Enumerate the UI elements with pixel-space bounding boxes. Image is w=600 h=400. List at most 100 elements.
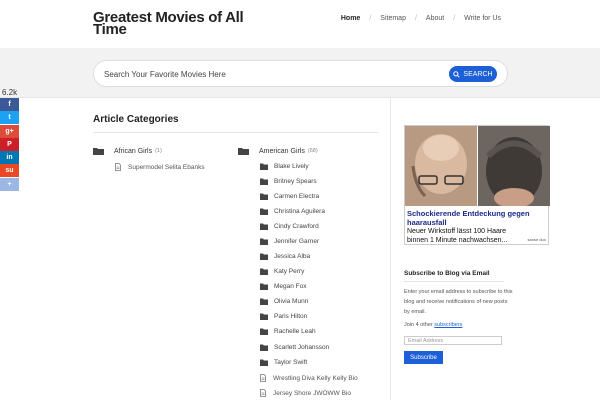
subcategory-item[interactable]: Britney Spears bbox=[260, 178, 317, 185]
subcategory-label: Paris Hilton bbox=[274, 313, 308, 320]
ad-photo-after bbox=[478, 126, 550, 206]
folder-icon bbox=[238, 148, 249, 155]
subscribe-description: Enter your email address to subscribe to… bbox=[404, 289, 513, 315]
twitter-icon[interactable]: t bbox=[0, 111, 19, 125]
subcategory-item[interactable]: Megan Fox bbox=[260, 283, 307, 290]
sidebar-divider bbox=[390, 98, 391, 400]
linkedin-icon[interactable]: in bbox=[0, 151, 19, 165]
post-item[interactable]: Supermodel Selita Ebanks bbox=[115, 163, 205, 171]
search-box: SEARCH bbox=[93, 60, 508, 87]
subcategory-item[interactable]: Carmen Electra bbox=[260, 193, 319, 200]
share-count: 6.2k bbox=[2, 88, 18, 97]
folder-icon bbox=[260, 313, 268, 320]
email-field[interactable] bbox=[404, 336, 502, 345]
folder-icon bbox=[260, 163, 268, 170]
subcategory-label: Taylor Swift bbox=[274, 359, 308, 366]
subcategory-item[interactable]: Jessica Alba bbox=[260, 253, 310, 260]
folder-icon bbox=[260, 238, 268, 245]
search-icon bbox=[453, 70, 461, 78]
title-divider bbox=[93, 132, 378, 133]
subcategory-label: Blake Lively bbox=[274, 163, 309, 170]
folder-icon bbox=[260, 328, 268, 335]
folder-icon bbox=[260, 223, 268, 230]
search-button[interactable]: SEARCH bbox=[449, 66, 497, 82]
subcategory-label: Scarlett Johansson bbox=[274, 344, 330, 351]
nav-item-write-for-us[interactable]: Write for Us bbox=[464, 15, 501, 22]
subcategory-label: Megan Fox bbox=[274, 283, 307, 290]
main-nav: Home / Sitemap / About / Write for Us bbox=[341, 15, 501, 22]
subcategory-item[interactable]: Christina Aguilera bbox=[260, 208, 325, 215]
post-item[interactable]: Jersey Shore JWOWW Bio bbox=[260, 389, 351, 397]
category-african-girls[interactable]: African Girls (1) bbox=[93, 147, 162, 155]
post-label: Jersey Shore JWOWW Bio bbox=[273, 389, 352, 397]
nav-separator: / bbox=[369, 15, 372, 22]
ad-brand-logo: sanse duo bbox=[527, 237, 546, 242]
subcategory-label: Rachelle Leah bbox=[274, 328, 316, 335]
folder-icon bbox=[260, 359, 268, 366]
post-item[interactable]: Wrestling Diva Kelly Kelly Bio bbox=[260, 374, 358, 382]
post-label: Wrestling Diva Kelly Kelly Bio bbox=[273, 374, 358, 382]
ad-image bbox=[405, 126, 550, 206]
subcategory-label: Cindy Crawford bbox=[274, 223, 319, 230]
subcategory-item[interactable]: Paris Hilton bbox=[260, 313, 307, 320]
subcategory-item[interactable]: Rachelle Leah bbox=[260, 328, 316, 335]
folder-icon bbox=[260, 268, 268, 275]
subcategory-label: Jessica Alba bbox=[274, 253, 311, 260]
join-prefix: Join 4 other bbox=[404, 322, 433, 328]
nav-item-sitemap[interactable]: Sitemap bbox=[380, 15, 406, 22]
page-title: Article Categories bbox=[93, 114, 179, 125]
folder-icon bbox=[260, 178, 268, 185]
subscribe-button[interactable]: Subscribe bbox=[404, 351, 443, 364]
category-count: (1) bbox=[155, 148, 162, 154]
nav-item-home[interactable]: Home bbox=[341, 15, 360, 22]
subcategory-label: Jennifer Garner bbox=[274, 238, 320, 245]
nav-item-about[interactable]: About bbox=[426, 15, 444, 22]
search-band: SEARCH bbox=[0, 48, 600, 98]
ad-headline: Schockierende Entdeckung gegen haarausfa… bbox=[407, 209, 530, 227]
advertisement[interactable]: Schockierende Entdeckung gegen haarausfa… bbox=[404, 125, 550, 245]
document-icon bbox=[260, 389, 266, 397]
widget-divider bbox=[404, 281, 504, 282]
folder-icon bbox=[260, 298, 268, 305]
subcategory-item[interactable]: Olivia Munn bbox=[260, 298, 308, 305]
folder-icon bbox=[260, 253, 268, 260]
category-count: (68) bbox=[307, 148, 318, 154]
category-label: African Girls bbox=[114, 147, 153, 155]
subcategory-item[interactable]: Scarlett Johansson bbox=[260, 344, 329, 351]
folder-icon bbox=[93, 148, 104, 155]
subcategory-item[interactable]: Jennifer Garner bbox=[260, 238, 319, 245]
social-share-bar: f t g+ P in su + bbox=[0, 98, 19, 191]
subcategory-label: Carmen Electra bbox=[274, 193, 320, 200]
search-button-label: SEARCH bbox=[463, 70, 493, 78]
subcategory-label: Olivia Munn bbox=[274, 298, 309, 305]
facebook-icon[interactable]: f bbox=[0, 98, 19, 111]
subcategory-item[interactable]: Cindy Crawford bbox=[260, 223, 319, 230]
subscriber-count: Join 4 other subscribers bbox=[404, 322, 462, 328]
share-more-icon[interactable]: + bbox=[0, 177, 19, 191]
google-plus-icon[interactable]: g+ bbox=[0, 124, 19, 138]
document-icon bbox=[115, 163, 121, 171]
search-input[interactable] bbox=[104, 68, 424, 81]
subcategory-item[interactable]: Blake Lively bbox=[260, 163, 309, 170]
stumbleupon-icon[interactable]: su bbox=[0, 164, 19, 178]
document-icon bbox=[260, 374, 266, 382]
nav-separator: / bbox=[414, 15, 417, 22]
ad-photo-before bbox=[405, 126, 477, 206]
category-label: American Girls bbox=[259, 147, 305, 155]
folder-icon bbox=[260, 344, 268, 351]
site-header: Greatest Movies of All Time Home / Sitem… bbox=[0, 0, 600, 48]
pinterest-icon[interactable]: P bbox=[0, 137, 19, 151]
subcategory-label: Christina Aguilera bbox=[274, 208, 325, 215]
folder-icon bbox=[260, 193, 268, 200]
category-american-girls[interactable]: American Girls (68) bbox=[238, 147, 318, 155]
subcategory-item[interactable]: Katy Perry bbox=[260, 268, 304, 275]
subscribers-link[interactable]: subscribers bbox=[434, 322, 462, 328]
nav-separator: / bbox=[453, 15, 456, 22]
subcategory-item[interactable]: Taylor Swift bbox=[260, 359, 307, 366]
folder-icon bbox=[260, 208, 268, 215]
site-title[interactable]: Greatest Movies of All Time bbox=[93, 10, 253, 37]
subscribe-widget-title: Subscribe to Blog via Email bbox=[404, 270, 490, 277]
folder-icon bbox=[260, 283, 268, 290]
ad-body: Neuer Wirkstoff lässt 100 Haare binnen 1… bbox=[407, 228, 508, 244]
subcategory-label: Katy Perry bbox=[274, 268, 305, 275]
